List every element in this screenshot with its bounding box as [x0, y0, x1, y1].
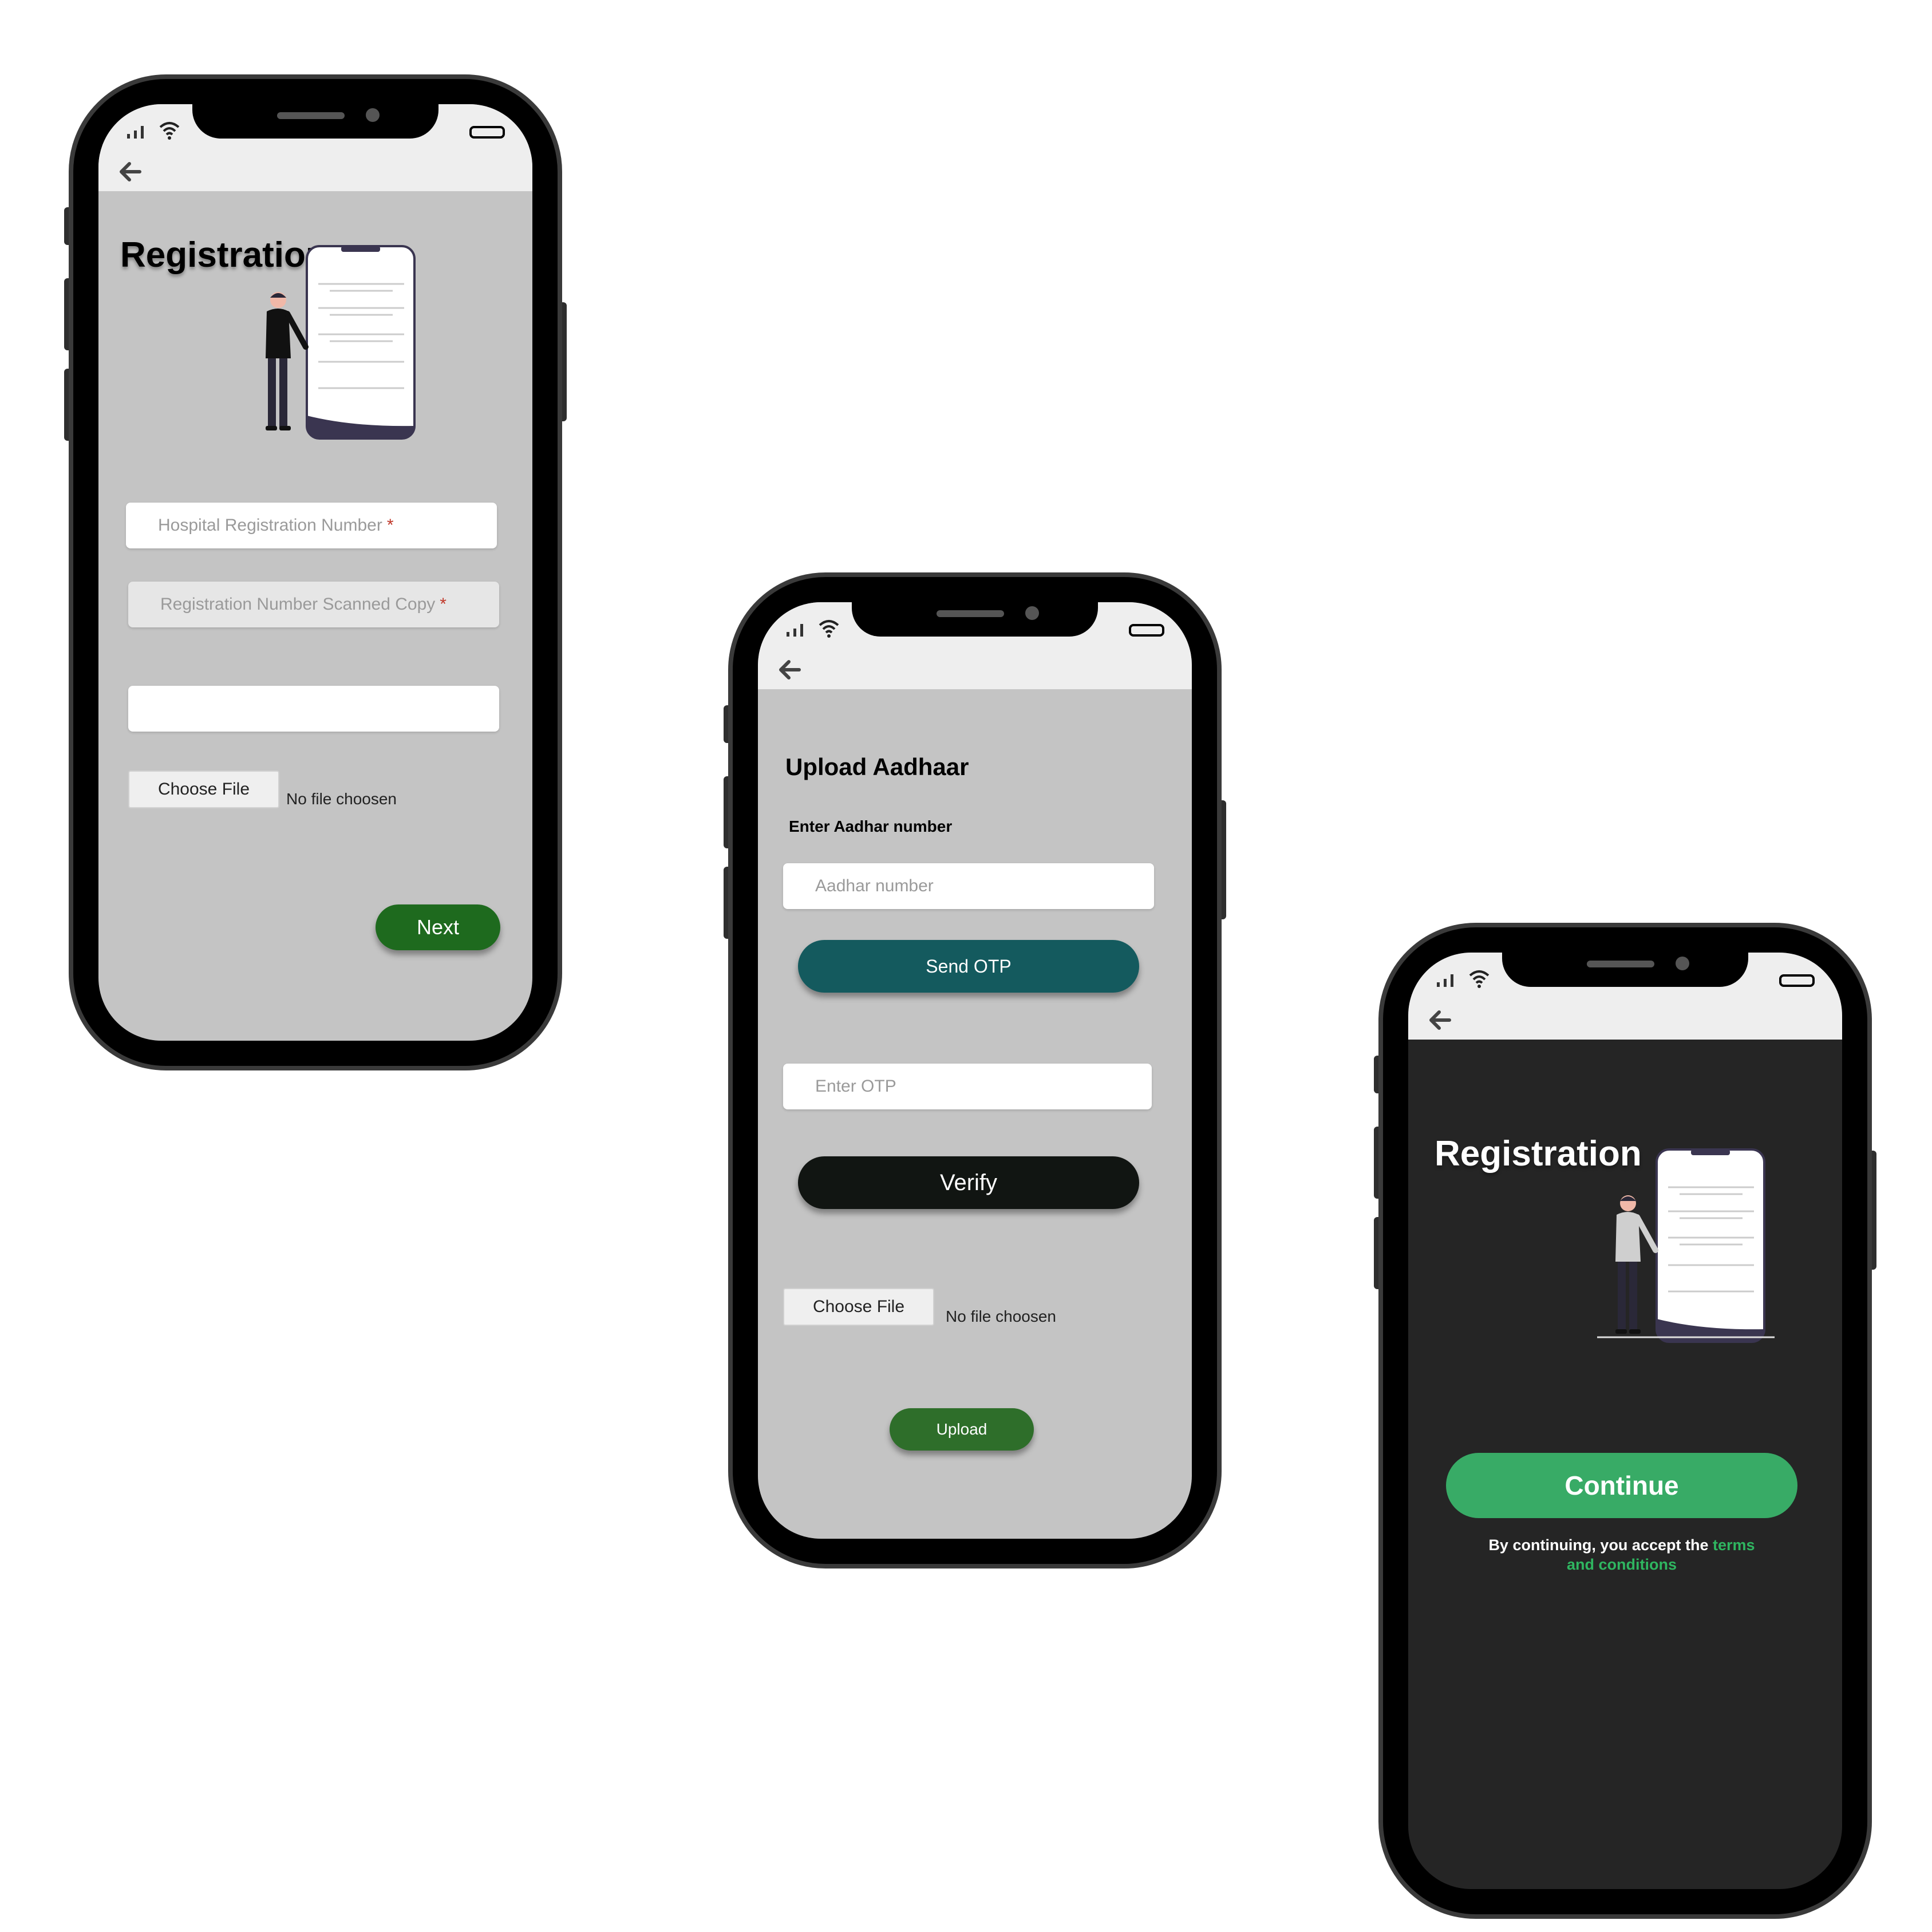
continue-button[interactable]: Continue — [1446, 1453, 1797, 1518]
phone-1: Registration Hospital Registration Numbe… — [69, 74, 562, 1070]
field-placeholder: Aadhar number — [815, 876, 934, 895]
back-arrow-icon[interactable] — [118, 159, 143, 184]
registration-illustration — [1597, 1148, 1775, 1343]
camera — [366, 108, 380, 122]
conditions-link[interactable]: and conditions — [1567, 1556, 1677, 1573]
phone-3-screen: Registration Continue By continuing, you… — [1408, 953, 1842, 1889]
field-placeholder: Enter OTP — [815, 1077, 896, 1096]
signal-icon — [127, 126, 144, 139]
status-bar — [98, 104, 532, 191]
terms-link[interactable]: terms — [1713, 1536, 1755, 1554]
phone-2-screen: Upload Aadhaar Enter Aadhar number Aadha… — [758, 602, 1192, 1539]
field-placeholder: Hospital Registration Number — [158, 516, 382, 535]
wifi-icon — [819, 620, 839, 638]
signal-icon — [1437, 974, 1453, 987]
no-file-text: No file choosen — [946, 1307, 1057, 1325]
choose-file-button[interactable]: Choose File — [783, 1288, 934, 1326]
status-bar — [758, 602, 1192, 689]
choose-file-button[interactable]: Choose File — [128, 771, 279, 808]
upload-button[interactable]: Upload — [890, 1408, 1034, 1451]
phone-3: Registration Continue By continuing, you… — [1378, 923, 1872, 1919]
battery-icon — [1779, 974, 1815, 987]
notch — [192, 104, 438, 139]
signal-icon — [787, 624, 803, 637]
hospital-registration-number-field[interactable]: Hospital Registration Number * — [126, 503, 497, 548]
wifi-icon — [159, 122, 180, 140]
next-button[interactable]: Next — [376, 904, 500, 950]
no-file-text: No file choosen — [286, 790, 397, 808]
speaker — [277, 112, 345, 119]
status-bar — [1408, 953, 1842, 1040]
battery-icon — [469, 126, 505, 139]
notch — [852, 602, 1098, 637]
camera — [1676, 957, 1689, 970]
notch — [1502, 953, 1748, 987]
registration-illustration — [266, 245, 416, 440]
back-arrow-icon[interactable] — [1428, 1008, 1453, 1033]
otp-input[interactable]: Enter OTP — [783, 1064, 1152, 1109]
page-title: Upload Aadhaar — [785, 753, 969, 780]
wifi-icon — [1469, 970, 1490, 988]
camera — [1025, 606, 1039, 620]
battery-icon — [1129, 624, 1164, 637]
phone-2: Upload Aadhaar Enter Aadhar number Aadha… — [728, 572, 1222, 1568]
registration-scanned-copy-field[interactable]: Registration Number Scanned Copy * — [128, 582, 499, 627]
verify-button[interactable]: Verify — [798, 1156, 1139, 1209]
speaker — [1587, 961, 1654, 967]
aadhar-number-input[interactable]: Aadhar number — [783, 863, 1154, 909]
phone-1-screen: Registration Hospital Registration Numbe… — [98, 104, 532, 1041]
send-otp-button[interactable]: Send OTP — [798, 940, 1139, 993]
field-placeholder: Registration Number Scanned Copy — [160, 595, 436, 614]
aadhar-number-label: Enter Aadhar number — [789, 817, 953, 835]
back-arrow-icon[interactable] — [777, 657, 803, 682]
terms-text: By continuing, you accept the terms and … — [1443, 1535, 1801, 1574]
speaker — [937, 610, 1004, 617]
required-mark: * — [386, 516, 394, 535]
terms-prefix: By continuing, you accept the — [1488, 1536, 1709, 1554]
required-mark: * — [440, 595, 447, 614]
blank-input-field[interactable] — [128, 686, 499, 732]
